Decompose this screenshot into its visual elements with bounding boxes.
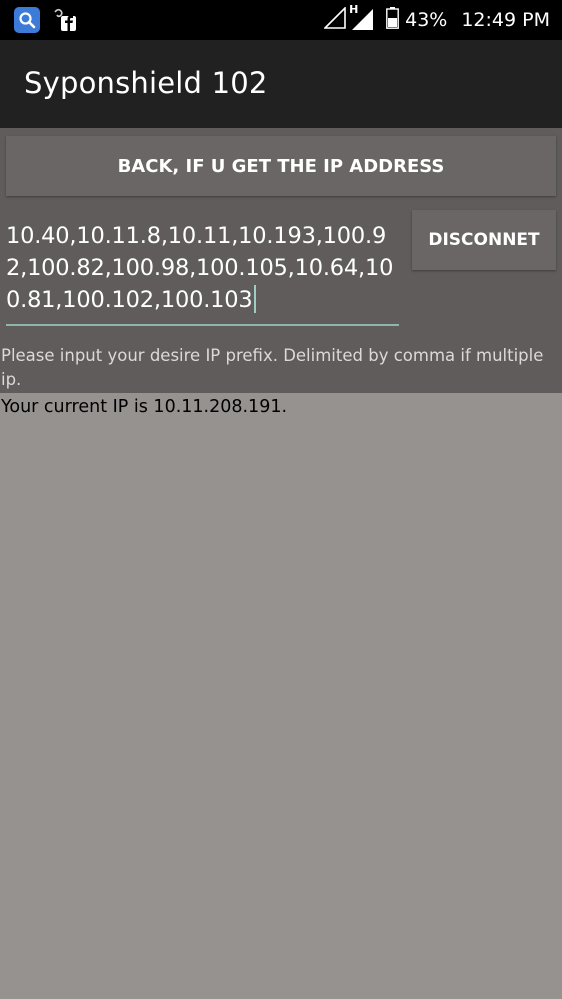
clock: 12:49 PM xyxy=(461,9,550,31)
network-type-label: H xyxy=(349,3,359,16)
status-bar: H 43% 12:49 PM xyxy=(0,0,562,40)
status-bar-left xyxy=(14,7,78,33)
status-bar-right: H 43% 12:49 PM xyxy=(323,0,550,40)
current-ip-label: Your current IP is 10.11.208.191. xyxy=(1,397,288,417)
signal-h-icon: H xyxy=(349,3,374,35)
ip-prefix-text: 10.40,10.11.8,10.11,10.193,100.92,100.82… xyxy=(6,223,394,313)
signal-empty-icon xyxy=(323,6,346,33)
search-app-icon xyxy=(14,7,40,33)
app-bar: Syponshield 102 xyxy=(0,40,562,128)
disconnect-button[interactable]: DISCONNET xyxy=(412,210,556,270)
input-underline xyxy=(6,324,399,326)
ip-prefix-input[interactable]: 10.40,10.11.8,10.11,10.193,100.92,100.82… xyxy=(6,220,400,328)
back-button[interactable]: BACK, IF U GET THE IP ADDRESS xyxy=(6,136,556,196)
text-cursor xyxy=(253,285,256,313)
app-title: Syponshield 102 xyxy=(24,66,268,100)
notification-facebook-icon xyxy=(52,7,78,33)
input-hint: Please input your desire IP prefix. Deli… xyxy=(1,346,544,389)
battery-icon xyxy=(386,7,400,33)
content-panel: BACK, IF U GET THE IP ADDRESS 10.40,10.1… xyxy=(0,128,562,393)
ip-prefix-value[interactable]: 10.40,10.11.8,10.11,10.193,100.92,100.82… xyxy=(6,220,400,316)
battery-percentage: 43% xyxy=(405,9,448,31)
